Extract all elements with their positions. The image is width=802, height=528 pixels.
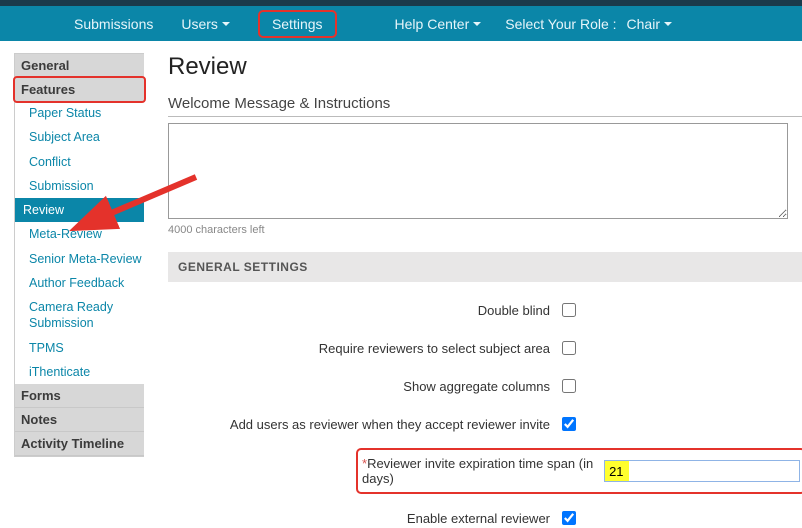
label-require-subject: Require reviewers to select subject area xyxy=(168,341,558,356)
row-expiration-highlight: *Reviewer invite expiration time span (i… xyxy=(356,448,802,494)
chevron-down-icon xyxy=(664,22,672,26)
sidebar-item-subject-area[interactable]: Subject Area xyxy=(15,125,144,149)
nav-help-center[interactable]: Help Center xyxy=(381,9,496,39)
input-expiration-days[interactable] xyxy=(604,460,800,482)
nav-settings[interactable]: Settings xyxy=(244,3,351,45)
sidebar-item-tpms[interactable]: TPMS xyxy=(15,336,144,360)
label-enable-external: Enable external reviewer xyxy=(168,511,558,526)
sidebar-item-ithenticate[interactable]: iThenticate xyxy=(15,360,144,384)
checkbox-require-subject[interactable] xyxy=(562,341,576,355)
sidebar-section-notes[interactable]: Notes xyxy=(15,408,144,432)
row-double-blind: Double blind xyxy=(168,300,802,320)
sidebar-section-general[interactable]: General xyxy=(15,54,144,78)
row-auto-add-reviewer: Add users as reviewer when they accept r… xyxy=(168,414,802,434)
nav-submissions[interactable]: Submissions xyxy=(60,3,167,45)
sidebar-item-camera-ready[interactable]: Camera Ready Submission xyxy=(15,295,144,336)
checkbox-enable-external[interactable] xyxy=(562,511,576,525)
highlight-settings: Settings xyxy=(258,10,337,38)
nav-users[interactable]: Users xyxy=(167,3,244,45)
label-expiration: *Reviewer invite expiration time span (i… xyxy=(362,456,598,486)
row-require-subject: Require reviewers to select subject area xyxy=(168,338,802,358)
row-show-aggregate: Show aggregate columns xyxy=(168,376,802,396)
label-double-blind: Double blind xyxy=(168,303,558,318)
sidebar-item-meta-review[interactable]: Meta-Review xyxy=(15,222,144,246)
sidebar-section-features[interactable]: Features xyxy=(13,76,146,103)
sidebar-section-activity[interactable]: Activity Timeline xyxy=(15,432,144,456)
sidebar-item-senior-meta-review[interactable]: Senior Meta-Review xyxy=(15,247,144,271)
sidebar-item-conflict[interactable]: Conflict xyxy=(15,150,144,174)
sidebar-item-review[interactable]: Review xyxy=(15,198,144,222)
chevron-down-icon xyxy=(222,22,230,26)
top-navbar: Submissions Users Settings Help Center S… xyxy=(0,6,802,41)
general-settings-header: GENERAL SETTINGS xyxy=(168,252,802,282)
settings-sidebar: General Features Paper Status Subject Ar… xyxy=(14,53,144,457)
sidebar-item-author-feedback[interactable]: Author Feedback xyxy=(15,271,144,295)
welcome-label: Welcome Message & Instructions xyxy=(168,95,802,112)
label-show-aggregate: Show aggregate columns xyxy=(168,379,558,394)
role-dropdown[interactable]: Chair xyxy=(623,9,686,39)
checkbox-auto-add-reviewer[interactable] xyxy=(562,417,576,431)
label-auto-add-reviewer: Add users as reviewer when they accept r… xyxy=(168,417,558,432)
checkbox-double-blind[interactable] xyxy=(562,303,576,317)
chars-left-label: 4000 characters left xyxy=(168,224,802,236)
page-title: Review xyxy=(168,53,802,81)
checkbox-show-aggregate[interactable] xyxy=(562,379,576,393)
sidebar-item-paper-status[interactable]: Paper Status xyxy=(15,101,144,125)
content-area: Review Welcome Message & Instructions 40… xyxy=(168,53,802,528)
sidebar-section-forms[interactable]: Forms xyxy=(15,384,144,408)
sidebar-item-submission[interactable]: Submission xyxy=(15,174,144,198)
role-label: Select Your Role : xyxy=(505,16,616,32)
divider xyxy=(168,116,802,117)
welcome-message-textarea[interactable] xyxy=(168,123,788,219)
chevron-down-icon xyxy=(473,22,481,26)
row-enable-external: Enable external reviewer xyxy=(168,508,802,528)
